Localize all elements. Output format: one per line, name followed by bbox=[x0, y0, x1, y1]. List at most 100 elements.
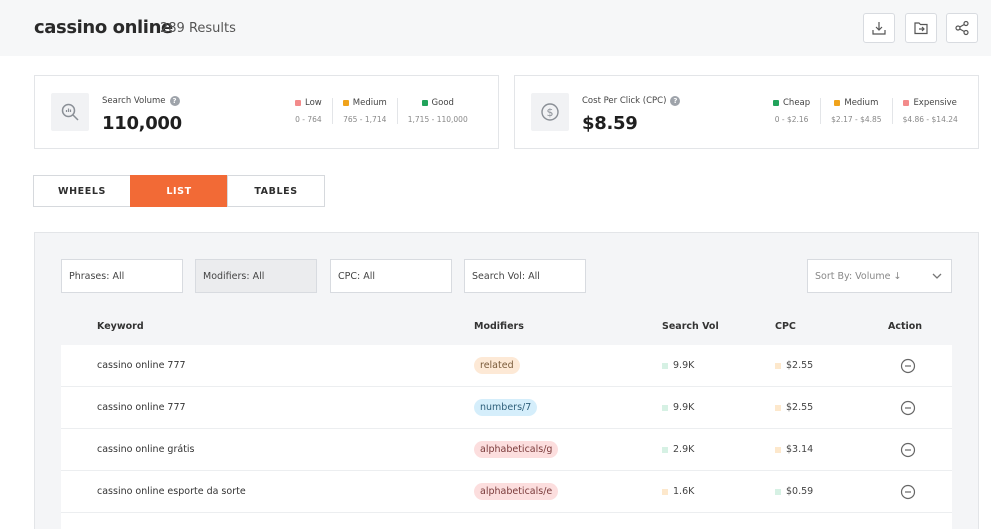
search-vol-value: 2.9K bbox=[673, 444, 695, 455]
search-vol-value: 9.9K bbox=[673, 360, 695, 371]
legend-label: Cheap bbox=[783, 98, 811, 108]
modifier-badge: alphabeticals/e bbox=[474, 483, 559, 500]
cpc-cell: $3.14 bbox=[775, 444, 813, 455]
legend-medium: Medium 765 - 1,714 bbox=[331, 98, 397, 124]
legend-swatch bbox=[834, 100, 841, 106]
legend-cheap: Cheap 0 - $2.16 bbox=[763, 98, 820, 124]
cpc-level-swatch bbox=[775, 362, 781, 369]
cpc-value: $2.55 bbox=[786, 360, 814, 371]
table-row: cassino online 777 numbers/7 9.9K $2.55 bbox=[61, 387, 952, 429]
column-header-cpc[interactable]: CPC bbox=[775, 321, 796, 332]
keyword-cell: cassino online grátis bbox=[97, 444, 195, 455]
results-count: 289 Results bbox=[160, 21, 236, 36]
search-vol-cell: 9.9K bbox=[662, 360, 694, 371]
volume-level-swatch bbox=[662, 362, 668, 369]
tab-list[interactable]: LIST bbox=[130, 175, 228, 207]
keyword-cell: cassino online 777 bbox=[97, 402, 186, 413]
column-header-search-vol[interactable]: Search Vol bbox=[662, 321, 719, 332]
page-title: cassino online bbox=[34, 17, 173, 38]
legend-swatch bbox=[342, 100, 349, 106]
search-volume-legend: Low 0 - 764 Medium 765 - 1,714 Good 1,71… bbox=[285, 98, 478, 124]
cpc-level-swatch bbox=[775, 404, 781, 411]
volume-level-swatch bbox=[662, 404, 668, 411]
table-row bbox=[61, 513, 952, 529]
legend-range: $2.17 - $4.85 bbox=[831, 115, 882, 124]
legend-expensive: Expensive $4.86 - $14.24 bbox=[891, 98, 968, 124]
modifier-badge: related bbox=[474, 357, 520, 374]
cpc-cell: $2.55 bbox=[775, 402, 813, 413]
legend-low: Low 0 - 764 bbox=[285, 98, 332, 124]
cpc-cell: $2.55 bbox=[775, 360, 813, 371]
table-row: cassino online grátis alphabeticals/g 2.… bbox=[61, 429, 952, 471]
tab-tables[interactable]: TABLES bbox=[227, 175, 325, 207]
legend-label: Expensive bbox=[913, 98, 957, 108]
column-header-action: Action bbox=[888, 321, 923, 332]
tab-wheels[interactable]: WHEELS bbox=[33, 175, 131, 207]
legend-swatch bbox=[295, 100, 301, 106]
legend-swatch bbox=[421, 100, 428, 106]
chevron-down-icon bbox=[932, 273, 942, 279]
keyword-table: cassino online 777 related 9.9K $2.55 ca… bbox=[61, 345, 952, 529]
legend-range: 0 - 764 bbox=[295, 115, 322, 124]
cpc-label: Cost Per Click (CPC) ? bbox=[582, 96, 681, 106]
search-vol-value: 9.9K bbox=[673, 402, 695, 413]
column-header-modifiers[interactable]: Modifiers bbox=[474, 321, 524, 332]
modifier-badge: alphabeticals/g bbox=[474, 441, 559, 458]
sort-dropdown[interactable]: Sort By: Volume ↓ bbox=[807, 259, 952, 293]
keyword-cell: cassino online 777 bbox=[97, 360, 186, 371]
sort-label: Sort By: Volume ↓ bbox=[815, 270, 902, 282]
cpc-value: $0.59 bbox=[786, 486, 814, 497]
remove-icon[interactable] bbox=[900, 484, 916, 500]
download-button[interactable] bbox=[863, 13, 895, 43]
modifier-badge: numbers/7 bbox=[474, 399, 538, 416]
remove-icon[interactable] bbox=[900, 358, 916, 374]
legend-range: 0 - $2.16 bbox=[774, 115, 809, 124]
search-vol-value: 1.6K bbox=[673, 486, 695, 497]
download-icon bbox=[872, 22, 886, 35]
legend-range: $4.86 - $14.24 bbox=[902, 115, 958, 124]
legend-range: 1,715 - 110,000 bbox=[407, 115, 468, 124]
column-header-keyword[interactable]: Keyword bbox=[97, 321, 144, 332]
remove-icon[interactable] bbox=[900, 442, 916, 458]
legend-swatch bbox=[773, 100, 779, 106]
volume-level-swatch bbox=[662, 488, 668, 495]
search-vol-cell: 1.6K bbox=[662, 486, 694, 497]
cpc-value: $2.55 bbox=[786, 402, 814, 413]
view-toggle: WHEELS LIST TABLES bbox=[33, 175, 325, 207]
remove-icon[interactable] bbox=[900, 400, 916, 416]
volume-level-swatch bbox=[662, 446, 668, 453]
dollar-icon: $ bbox=[531, 93, 569, 131]
legend-label: Medium bbox=[844, 98, 879, 108]
cpc-label-text: Cost Per Click (CPC) bbox=[582, 96, 667, 106]
svg-text:$: $ bbox=[547, 106, 554, 119]
export-button[interactable] bbox=[905, 13, 937, 43]
legend-swatch bbox=[903, 100, 910, 106]
legend-label: Medium bbox=[352, 98, 387, 108]
table-row: cassino online 777 related 9.9K $2.55 bbox=[61, 345, 952, 387]
keyword-cell: cassino online esporte da sorte bbox=[97, 486, 246, 497]
help-icon[interactable]: ? bbox=[670, 96, 681, 106]
table-row: cassino online esporte da sorte alphabet… bbox=[61, 471, 952, 513]
share-button[interactable] bbox=[946, 13, 978, 43]
help-icon[interactable]: ? bbox=[169, 96, 180, 106]
search-volume-label: Search Volume ? bbox=[102, 96, 180, 106]
modifiers-filter[interactable]: Modifiers: All bbox=[195, 259, 317, 293]
page-header: cassino online 289 Results bbox=[0, 0, 991, 56]
keyword-list-panel: Phrases: All Modifiers: All CPC: All Sea… bbox=[34, 232, 979, 529]
share-icon bbox=[955, 20, 969, 36]
search-volume-value: 110,000 bbox=[102, 113, 182, 134]
phrases-filter[interactable]: Phrases: All bbox=[61, 259, 183, 293]
cpc-filter[interactable]: CPC: All bbox=[330, 259, 452, 293]
legend-good: Good 1,715 - 110,000 bbox=[396, 98, 478, 124]
cpc-level-swatch bbox=[775, 488, 781, 495]
cpc-card: $ Cost Per Click (CPC) ? $8.59 Cheap 0 -… bbox=[514, 75, 979, 149]
search-vol-filter[interactable]: Search Vol: All bbox=[464, 259, 586, 293]
search-volume-card: Search Volume ? 110,000 Low 0 - 764 Medi… bbox=[34, 75, 499, 149]
legend-label: Good bbox=[431, 98, 454, 108]
cpc-value: $3.14 bbox=[786, 444, 814, 455]
export-folder-icon bbox=[914, 22, 928, 35]
cpc-value: $8.59 bbox=[582, 113, 638, 134]
legend-range: 765 - 1,714 bbox=[343, 115, 387, 124]
search-vol-cell: 9.9K bbox=[662, 402, 694, 413]
cpc-cell: $0.59 bbox=[775, 486, 813, 497]
